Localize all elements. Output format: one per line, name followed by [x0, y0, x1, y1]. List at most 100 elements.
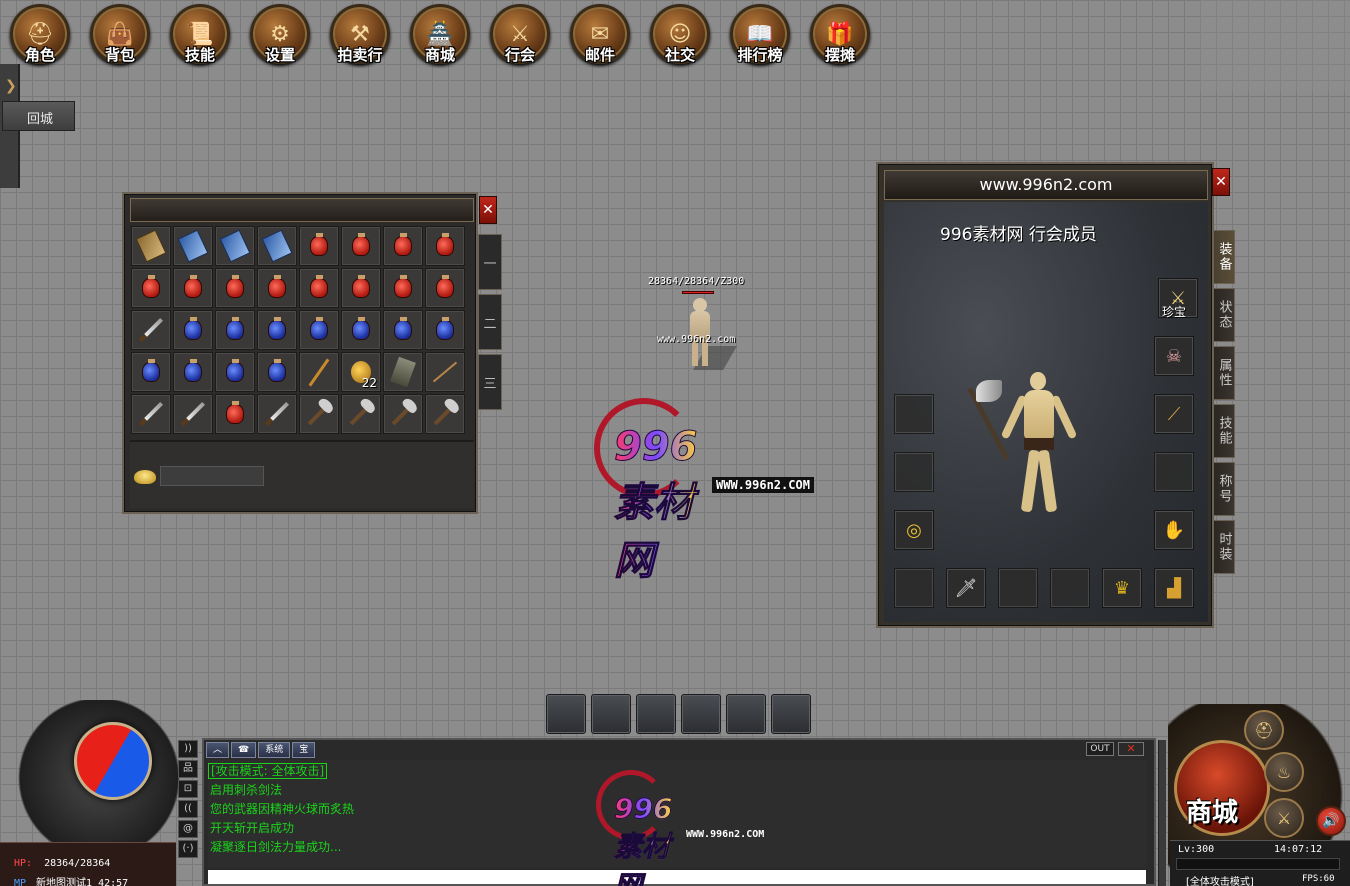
glove-slot[interactable]: ✋ [1154, 510, 1194, 550]
menu-button-6[interactable]: ⚔ 行会 [480, 4, 560, 70]
bag-slot[interactable] [131, 310, 171, 350]
bag-slot[interactable] [383, 352, 423, 392]
bag-slot[interactable] [173, 394, 213, 434]
bag-slot[interactable] [341, 268, 381, 308]
equip-side-tab[interactable]: 属性 [1213, 346, 1235, 400]
bag-slot[interactable] [425, 352, 465, 392]
weapon-slot[interactable] [894, 394, 934, 434]
hotbar-slot[interactable] [771, 694, 811, 734]
helmet-slot[interactable]: ☠ [1154, 336, 1194, 376]
bag-slot[interactable] [173, 352, 213, 392]
ring-slot[interactable]: ◎ [894, 510, 934, 550]
bag-slot[interactable] [257, 310, 297, 350]
hotbar-slot[interactable] [726, 694, 766, 734]
bottom-slot-1[interactable] [894, 568, 934, 608]
chat-channel-icon[interactable]: 品 [178, 760, 198, 778]
chat-tab[interactable]: 宝 [292, 742, 316, 758]
bag-slot[interactable] [257, 352, 297, 392]
menu-button-3[interactable]: ⚙ 设置 [240, 4, 320, 70]
bag-slot[interactable] [341, 226, 381, 266]
bag-slot[interactable] [299, 352, 339, 392]
chat-channel-icon[interactable]: )) [178, 740, 198, 758]
chat-channel-icon[interactable]: @ [178, 820, 198, 838]
bag-close-button[interactable]: ✕ [479, 196, 497, 224]
equipment-title[interactable]: www.996n2.com [884, 170, 1208, 200]
chat-channel-icon[interactable]: (( [178, 800, 198, 818]
chat-scrollbar[interactable] [1158, 740, 1166, 886]
hotbar-slot[interactable] [636, 694, 676, 734]
bag-slot[interactable] [383, 268, 423, 308]
menu-button-9[interactable]: 📖 排行榜 [720, 4, 800, 70]
bag-slot[interactable] [131, 268, 171, 308]
bracelet-left-slot[interactable] [894, 452, 934, 492]
menu-button-10[interactable]: 🎁 摆摊 [800, 4, 880, 70]
expand-arrow-icon[interactable]: ❯ [5, 78, 17, 94]
bag-slot[interactable] [425, 268, 465, 308]
chat-tab[interactable]: 系统 [258, 742, 291, 758]
bag-tab-2[interactable]: 二 [478, 294, 502, 350]
hotbar-slot[interactable] [681, 694, 721, 734]
menu-button-1[interactable]: 👜 背包 [80, 4, 160, 70]
chat-close-button[interactable]: ✕ [1118, 742, 1144, 756]
chat-channel-icon[interactable]: ⊡ [178, 780, 198, 798]
menu-button-4[interactable]: ⚒ 拍卖行 [320, 4, 400, 70]
equip-side-tab[interactable]: 称号 [1213, 462, 1235, 516]
menu-button-8[interactable]: ☺ 社交 [640, 4, 720, 70]
bag-slot[interactable] [425, 226, 465, 266]
bottom-slot-4[interactable] [1050, 568, 1090, 608]
bottom-slot-3[interactable] [998, 568, 1038, 608]
bag-slot[interactable] [215, 310, 255, 350]
bag-slot[interactable] [173, 226, 213, 266]
bag-slot[interactable] [131, 394, 171, 434]
chat-tab[interactable]: ☎ [231, 742, 257, 758]
menu-button-2[interactable]: 📜 技能 [160, 4, 240, 70]
chat-out-button[interactable]: OUT [1086, 742, 1114, 756]
equip-side-tab[interactable]: 时装 [1213, 520, 1235, 574]
return-city-button[interactable]: 回城 [2, 101, 75, 131]
equip-side-tab[interactable]: 装备 [1213, 230, 1235, 284]
necklace-slot[interactable]: ⟋ [1154, 394, 1194, 434]
bag-slot[interactable] [341, 394, 381, 434]
sound-icon[interactable]: 🔊 [1316, 806, 1346, 836]
helmet-shortcut-icon[interactable]: ⛑ [1244, 710, 1284, 750]
chat-tab[interactable]: ︿ [206, 742, 230, 758]
bag-slot[interactable] [299, 394, 339, 434]
gourd-shortcut-icon[interactable]: ♨ [1264, 752, 1304, 792]
chat-input[interactable] [208, 870, 1146, 884]
bag-slot[interactable] [299, 310, 339, 350]
bag-slot[interactable] [383, 394, 423, 434]
sword-shortcut-icon[interactable]: ⚔ [1264, 798, 1304, 838]
bag-slot[interactable] [257, 268, 297, 308]
bag-slot[interactable] [341, 310, 381, 350]
bag-slot[interactable] [425, 310, 465, 350]
bag-slot[interactable] [215, 352, 255, 392]
hotbar-slot[interactable] [591, 694, 631, 734]
bag-slot[interactable] [131, 352, 171, 392]
equip-side-tab[interactable]: 技能 [1213, 404, 1235, 458]
chat-channel-icon[interactable]: (·) [178, 840, 198, 858]
bag-slot[interactable] [131, 226, 171, 266]
equipment-close-button[interactable]: ✕ [1212, 168, 1230, 196]
bag-tab-3[interactable]: 三 [478, 354, 502, 410]
bag-slot[interactable] [383, 226, 423, 266]
menu-button-5[interactable]: 🏯 商城 [400, 4, 480, 70]
bag-slot[interactable] [215, 268, 255, 308]
menu-button-0[interactable]: ⛑ 角色 [0, 4, 80, 70]
bag-slot[interactable]: 22 [341, 352, 381, 392]
bag-slot[interactable] [257, 226, 297, 266]
bag-titlebar[interactable] [130, 198, 474, 222]
bag-slot[interactable] [299, 226, 339, 266]
attack-mode-text[interactable]: [全体攻击模式] [1186, 873, 1254, 886]
bag-slot[interactable] [215, 226, 255, 266]
bag-slot[interactable] [299, 268, 339, 308]
boots-slot[interactable]: ▟ [1154, 568, 1194, 608]
bag-slot[interactable] [173, 310, 213, 350]
bracelet-right-slot[interactable] [1154, 452, 1194, 492]
bag-slot[interactable] [173, 268, 213, 308]
bag-slot[interactable] [383, 310, 423, 350]
bag-slot[interactable] [425, 394, 465, 434]
equip-side-tab[interactable]: 状态 [1213, 288, 1235, 342]
hotbar-slot[interactable] [546, 694, 586, 734]
bag-tab-1[interactable]: 一 [478, 234, 502, 290]
bottom-slot-2[interactable]: 🗡 [946, 568, 986, 608]
